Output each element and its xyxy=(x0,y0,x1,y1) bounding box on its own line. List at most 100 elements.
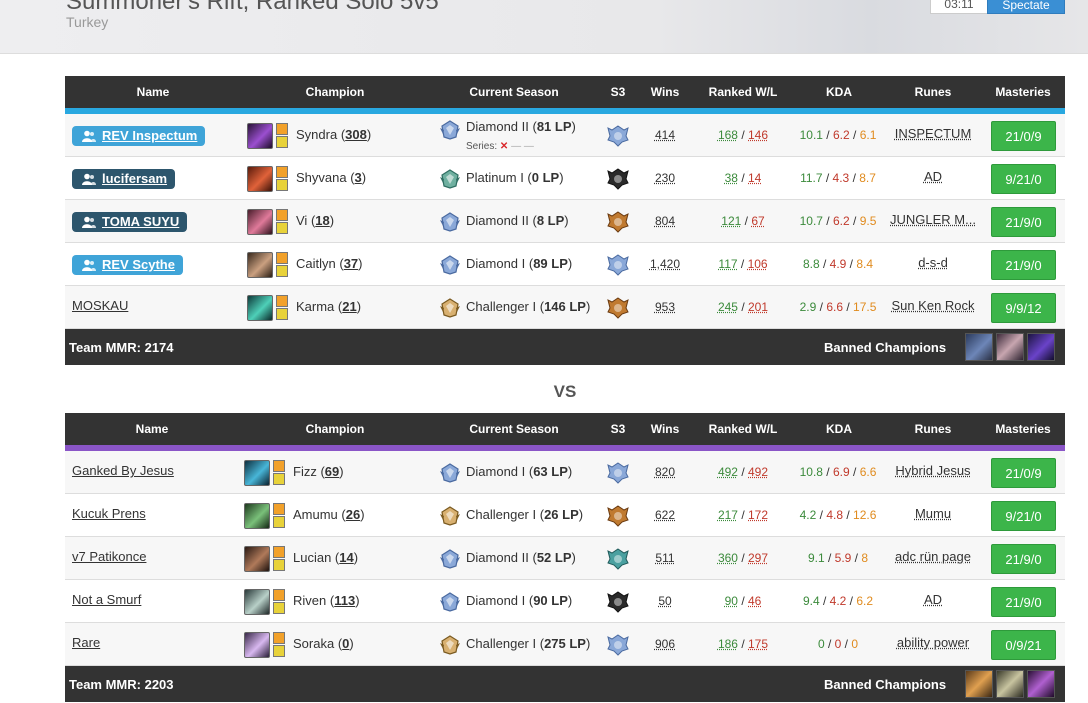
masteries-button[interactable]: 0/9/21 xyxy=(991,630,1056,660)
summoner-name-link[interactable]: Rare xyxy=(72,635,100,650)
masteries-button[interactable]: 21/0/9 xyxy=(991,458,1056,488)
masteries-button[interactable]: 9/21/0 xyxy=(991,501,1056,531)
summoner-name-link[interactable]: REV Scythe xyxy=(72,255,183,275)
champion-portrait[interactable] xyxy=(244,503,270,529)
masteries-button[interactable]: 21/9/0 xyxy=(991,587,1056,617)
ranked-win-loss: 360 / 297 xyxy=(688,551,798,565)
rune-page-link[interactable]: Hybrid Jesus xyxy=(883,463,983,478)
unranked-icon xyxy=(606,590,630,614)
col-wins: Wins xyxy=(651,422,680,436)
spectate-button[interactable]: Spectate xyxy=(987,0,1065,14)
champion-portrait[interactable] xyxy=(244,589,270,615)
col-season: Current Season xyxy=(469,85,558,99)
champion-label: Soraka (0) xyxy=(293,636,354,651)
banned-champion-icon xyxy=(1027,333,1055,361)
player-row: lucifersam Shyvana (3) Platinum I (0 LP)… xyxy=(65,157,1065,200)
col-wl: Ranked W/L xyxy=(709,85,778,99)
masteries-button[interactable]: 21/9/0 xyxy=(991,250,1056,280)
champion-portrait[interactable] xyxy=(247,209,273,235)
summoner-spell-icon xyxy=(276,222,288,234)
rune-page-link[interactable]: ability power xyxy=(883,635,983,650)
current-rank: Challenger I (26 LP) xyxy=(466,507,583,522)
kda: 8.8 / 4.9 / 8.4 xyxy=(788,257,888,271)
tier-icon xyxy=(439,168,461,190)
champion-portrait[interactable] xyxy=(247,166,273,192)
kda: 10.1 / 6.2 / 6.1 xyxy=(788,128,888,142)
diamond-icon xyxy=(606,633,630,657)
tier-icon xyxy=(439,297,461,319)
diamond-icon xyxy=(606,253,630,277)
col-masteries: Masteries xyxy=(995,85,1050,99)
wins-count: 804 xyxy=(635,214,695,228)
unranked-icon xyxy=(606,167,630,191)
masteries-button[interactable]: 21/9/0 xyxy=(991,207,1056,237)
kda: 9.4 / 4.2 / 6.2 xyxy=(788,594,888,608)
champion-portrait[interactable] xyxy=(244,632,270,658)
rune-page-link[interactable]: Mumu xyxy=(883,506,983,521)
champion-label: Amumu (26) xyxy=(293,507,365,522)
rune-page-link[interactable]: Sun Ken Rock xyxy=(883,298,983,313)
champion-label: Shyvana (3) xyxy=(296,170,366,185)
current-rank: Diamond I (90 LP) xyxy=(466,593,572,608)
summoner-spell-icon xyxy=(273,589,285,601)
series-pending-icon: — xyxy=(524,141,534,152)
tier-icon xyxy=(439,254,461,276)
col-name: Name xyxy=(137,85,170,99)
rune-page-link[interactable]: AD xyxy=(883,592,983,607)
champion-portrait[interactable] xyxy=(247,295,273,321)
player-row: Kucuk Prens Amumu (26) Challenger I (26 … xyxy=(65,494,1065,537)
col-champion: Champion xyxy=(306,85,365,99)
challenger-icon xyxy=(606,504,630,528)
player-rows: REV Inspectum Syndra (308) Diamond II (8… xyxy=(65,114,1065,329)
ranked-win-loss: 90 / 46 xyxy=(688,594,798,608)
col-s3: S3 xyxy=(611,422,626,436)
champion-portrait[interactable] xyxy=(247,123,273,149)
current-rank: Challenger I (275 LP) xyxy=(466,636,590,651)
rune-page-link[interactable]: d-s-d xyxy=(883,255,983,270)
rune-page-link[interactable]: INSPECTUM xyxy=(883,126,983,141)
summoner-name-link[interactable]: Not a Smurf xyxy=(72,592,141,607)
summoner-spell-icon xyxy=(273,602,285,614)
ranked-win-loss: 217 / 172 xyxy=(688,508,798,522)
wins-count: 230 xyxy=(635,171,695,185)
champion-portrait[interactable] xyxy=(247,252,273,278)
summoner-name-link[interactable]: MOSKAU xyxy=(72,298,128,313)
diamond-icon xyxy=(606,461,630,485)
champion-label: Fizz (69) xyxy=(293,464,344,479)
summoner-spell-icon xyxy=(276,136,288,148)
current-rank: Diamond II (8 LP) xyxy=(466,213,569,228)
masteries-button[interactable]: 9/21/0 xyxy=(991,164,1056,194)
summoner-spell-icon xyxy=(273,503,285,515)
summoner-name-link[interactable]: Ganked By Jesus xyxy=(72,463,174,478)
team-footer: Team MMR: 2203 Banned Champions xyxy=(65,666,1065,702)
summoner-name-link[interactable]: v7 Patikonce xyxy=(72,549,146,564)
game-title: Summoner's Rift, Ranked Solo 5v5 xyxy=(66,0,439,16)
summoner-name-link[interactable]: Kucuk Prens xyxy=(72,506,146,521)
current-rank: Diamond II (81 LP) xyxy=(466,119,576,134)
col-champion: Champion xyxy=(306,422,365,436)
col-kda: KDA xyxy=(826,422,852,436)
summoner-name-link[interactable]: lucifersam xyxy=(72,169,175,189)
banned-champion-icon xyxy=(965,333,993,361)
current-rank: Diamond II (52 LP) xyxy=(466,550,576,565)
rune-page-link[interactable]: JUNGLER M... xyxy=(883,212,983,227)
player-row: Not a Smurf Riven (113) Diamond I (90 LP… xyxy=(65,580,1065,623)
champion-portrait[interactable] xyxy=(244,546,270,572)
team-mmr: Team MMR: 2174 xyxy=(69,340,174,355)
champion-portrait[interactable] xyxy=(244,460,270,486)
col-wl: Ranked W/L xyxy=(709,422,778,436)
masteries-button[interactable]: 21/0/9 xyxy=(991,121,1056,151)
summoner-name-link[interactable]: TOMA SUYU xyxy=(72,212,187,232)
player-row: REV Inspectum Syndra (308) Diamond II (8… xyxy=(65,114,1065,157)
masteries-button[interactable]: 9/9/12 xyxy=(991,293,1056,323)
series-pending-icon: — xyxy=(511,141,521,152)
col-name: Name xyxy=(136,422,169,436)
tier-icon xyxy=(439,548,461,570)
rune-page-link[interactable]: adc rün page xyxy=(883,549,983,564)
masteries-button[interactable]: 21/9/0 xyxy=(991,544,1056,574)
summoner-name-link[interactable]: REV Inspectum xyxy=(72,126,205,146)
game-timer: 03:11 xyxy=(930,0,988,14)
col-masteries: Masteries xyxy=(995,422,1050,436)
rune-page-link[interactable]: AD xyxy=(883,169,983,184)
summoner-spell-icon xyxy=(276,166,288,178)
